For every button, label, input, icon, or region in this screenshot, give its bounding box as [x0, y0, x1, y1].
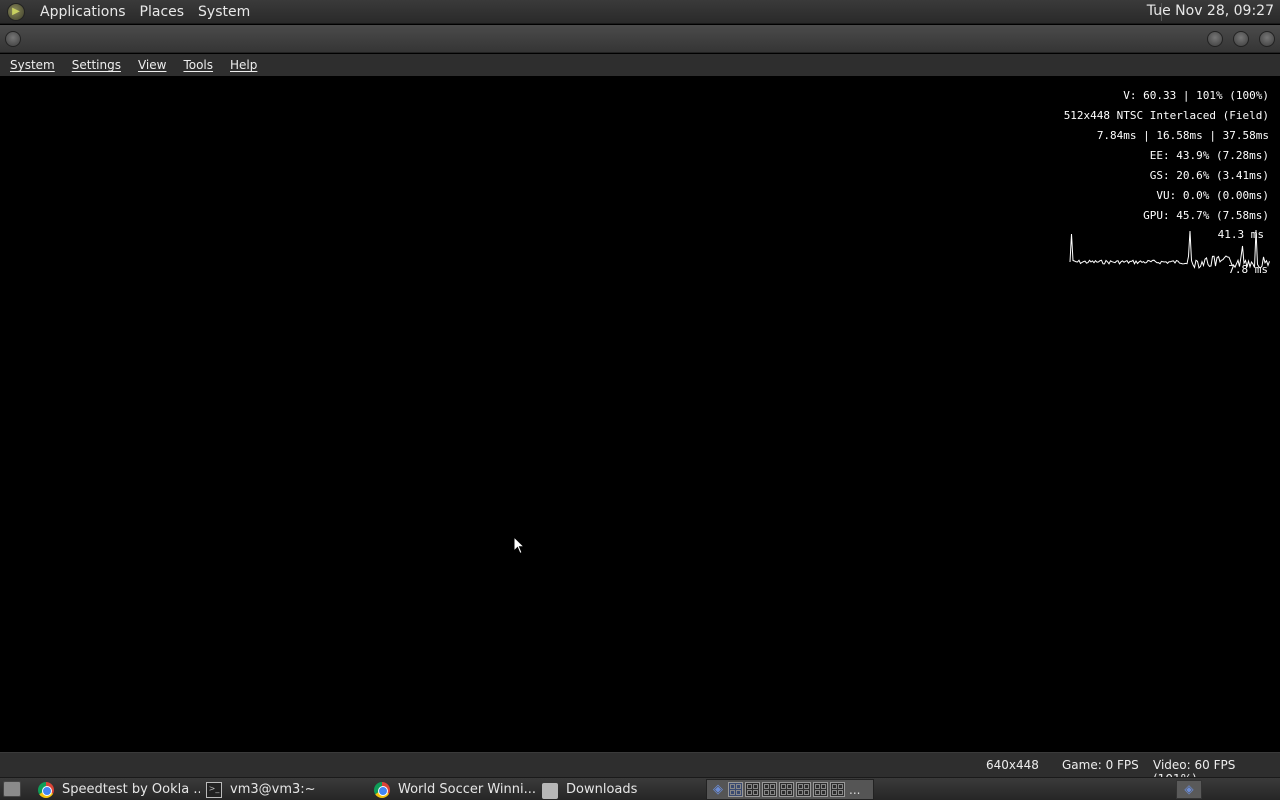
emulator-tray-icon[interactable]: ◈	[1176, 780, 1202, 799]
chrome-icon	[374, 781, 390, 798]
performance-osd: V: 60.33 | 101% (100%) 512x448 NTSC Inte…	[1064, 86, 1269, 226]
task-label: Downloads	[566, 782, 638, 797]
app-menubar: System Settings View Tools Help	[0, 54, 1280, 76]
game-display[interactable]: V: 60.33 | 101% (100%) 512x448 NTSC Inte…	[0, 76, 1280, 752]
task-world-soccer[interactable]: World Soccer Winni...	[374, 780, 536, 799]
top-panel: ▶ Applications Places System Tue Nov 28,…	[0, 0, 1280, 24]
workspace-2[interactable]	[745, 782, 760, 797]
task-terminal[interactable]: >_ vm3@vm3:~	[206, 780, 368, 799]
bottom-taskbar: Speedtest by Ookla ... >_ vm3@vm3:~ Worl…	[0, 777, 1280, 800]
places-menu[interactable]: Places	[133, 4, 192, 20]
workspace-7[interactable]	[830, 782, 845, 797]
mouse-cursor-icon	[513, 536, 525, 555]
menu-system[interactable]: System	[0, 58, 62, 72]
osd-resolution-line: 512x448 NTSC Interlaced (Field)	[1063, 109, 1269, 122]
osd-frametime-line: 7.84ms | 16.58ms | 37.58ms	[1096, 129, 1269, 142]
window-menu-button[interactable]	[5, 31, 21, 47]
frametime-graph: 41.3 ms 7.8 ms	[1069, 228, 1270, 276]
pager-more: ...	[849, 782, 861, 797]
window-titlebar[interactable]	[0, 25, 1280, 53]
workspace-4[interactable]	[779, 782, 794, 797]
task-label: World Soccer Winni...	[398, 782, 536, 797]
status-resolution: 640x448	[986, 758, 1039, 772]
show-desktop-icon[interactable]	[3, 781, 21, 797]
workspace-5[interactable]	[796, 782, 811, 797]
menu-tools[interactable]: Tools	[173, 58, 220, 72]
task-downloads[interactable]: Downloads	[542, 780, 704, 799]
task-speedtest[interactable]: Speedtest by Ookla ...	[38, 780, 200, 799]
workspace-1[interactable]	[728, 782, 743, 797]
distro-logo-icon[interactable]: ▶	[7, 2, 25, 21]
osd-ee-line: EE: 43.9% (7.28ms)	[1149, 149, 1269, 162]
emulator-icon: ◈	[713, 781, 723, 797]
task-label: vm3@vm3:~	[230, 782, 316, 797]
task-label: Speedtest by Ookla ...	[62, 782, 200, 797]
maximize-button[interactable]	[1233, 31, 1249, 47]
close-button[interactable]	[1259, 31, 1275, 47]
emulator-statusbar: 640x448 Game: 0 FPS Video: 60 FPS (101%)	[0, 752, 1280, 786]
graph-max-label: 41.3 ms	[1218, 228, 1264, 241]
menu-settings[interactable]: Settings	[62, 58, 128, 72]
applications-menu[interactable]: Applications	[33, 4, 133, 20]
osd-gpu-line: GPU: 45.7% (7.58ms)	[1143, 209, 1269, 222]
workspace-6[interactable]	[813, 782, 828, 797]
folder-icon	[542, 782, 558, 799]
osd-gs-line: GS: 20.6% (3.41ms)	[1149, 169, 1269, 182]
graph-min-label: 7.8 ms	[1228, 263, 1268, 276]
osd-vsync-line: V: 60.33 | 101% (100%)	[1123, 89, 1269, 102]
clock[interactable]: Tue Nov 28, 09:27	[1147, 3, 1274, 19]
terminal-icon: >_	[206, 781, 222, 798]
osd-vu-line: VU: 0.0% (0.00ms)	[1156, 189, 1269, 202]
system-menu[interactable]: System	[191, 4, 257, 20]
minimize-button[interactable]	[1207, 31, 1223, 47]
menu-view[interactable]: View	[128, 58, 173, 72]
workspace-3[interactable]	[762, 782, 777, 797]
chrome-icon	[38, 781, 54, 798]
status-game-fps: Game: 0 FPS	[1062, 758, 1139, 772]
menu-help[interactable]: Help	[220, 58, 264, 72]
workspace-pager[interactable]: ◈ ...	[706, 779, 874, 800]
